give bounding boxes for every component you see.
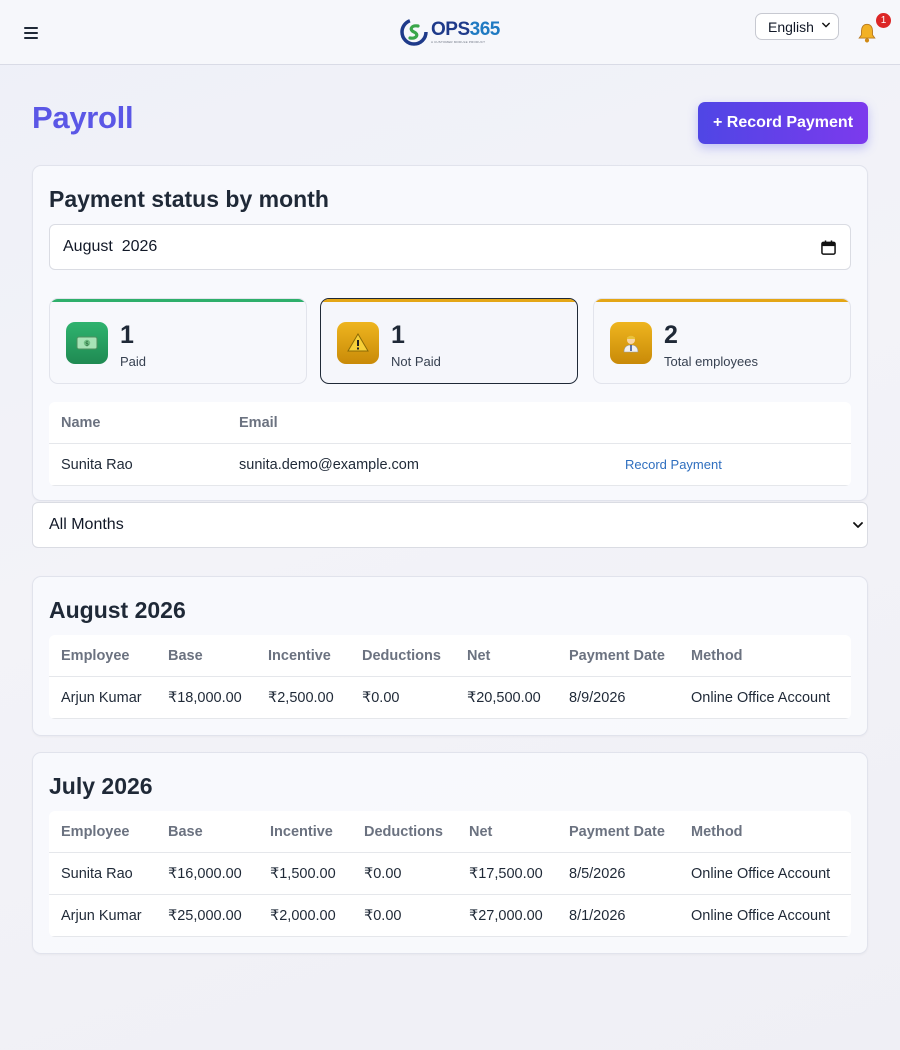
column-header: Base — [168, 824, 203, 840]
month-card-title: August 2026 — [49, 597, 186, 623]
paid-accent-bar — [50, 299, 306, 302]
unpaid-table: Name Email Sunita Rao sunita.demo@exampl… — [49, 402, 851, 486]
column-header: Name — [61, 415, 101, 431]
logo-text: OPS — [431, 19, 470, 40]
cell-method: Online Office Account — [691, 690, 831, 706]
paid-stat-card[interactable]: $ 1 Paid — [49, 298, 307, 384]
table-row: Arjun Kumar ₹18,000.00 ₹2,500.00 ₹0.00 ₹… — [49, 677, 851, 719]
status-card-title: Payment status by month — [49, 186, 329, 212]
total-accent-bar — [594, 299, 850, 302]
cell-incentive: ₹2,500.00 — [268, 690, 334, 706]
language-select[interactable]: English — [755, 13, 839, 40]
calendar-icon[interactable] — [821, 240, 836, 255]
not-paid-stat-card[interactable]: 1 Not Paid — [320, 298, 578, 384]
column-header: Email — [239, 415, 278, 431]
cell-net: ₹27,000.00 — [469, 908, 543, 924]
notification-badge: 1 — [876, 13, 891, 28]
column-header: Method — [691, 824, 743, 840]
month-filter-value: All Months — [49, 516, 124, 533]
table-row: Sunita Rao ₹16,000.00 ₹1,500.00 ₹0.00 ₹1… — [49, 853, 851, 895]
table-header-row: Employee Base Incentive Deductions Net P… — [49, 811, 851, 853]
column-header: Deductions — [362, 648, 441, 664]
total-employees-count: 2 — [664, 321, 678, 349]
page-title: Payroll — [32, 100, 134, 135]
payroll-table: Employee Base Incentive Deductions Net P… — [49, 635, 851, 719]
cell-employee: Arjun Kumar — [61, 908, 142, 924]
logo-number: 365 — [469, 19, 501, 40]
column-header: Incentive — [270, 824, 333, 840]
total-employees-stat-card[interactable]: 2 Total employees — [593, 298, 851, 384]
logo[interactable]: OPS365 A CUSTOMER MODULE PRODUCT — [399, 16, 500, 48]
column-header: Method — [691, 648, 743, 664]
column-header: Deductions — [364, 824, 443, 840]
month-filter-select[interactable]: All Months — [32, 502, 868, 548]
cell-employee: Sunita Rao — [61, 866, 133, 882]
svg-text:$: $ — [85, 341, 89, 348]
employee-name: Sunita Rao — [61, 457, 133, 473]
cell-incentive: ₹2,000.00 — [270, 908, 336, 924]
cell-payment-date: 8/9/2026 — [569, 690, 626, 706]
table-header-row: Employee Base Incentive Deductions Net P… — [49, 635, 851, 677]
cell-incentive: ₹1,500.00 — [270, 866, 336, 882]
column-header: Incentive — [268, 648, 331, 664]
warning-icon — [337, 322, 379, 364]
employee-email: sunita.demo@example.com — [239, 457, 419, 473]
logo-tagline: A CUSTOMER MODULE PRODUCT — [431, 40, 486, 44]
month-card-august: August 2026 Employee Base Incentive Dedu… — [32, 576, 868, 736]
column-header: Net — [469, 824, 493, 840]
column-header: Employee — [61, 824, 130, 840]
not-paid-accent-bar — [321, 299, 577, 302]
paid-count: 1 — [120, 321, 134, 349]
payroll-table: Employee Base Incentive Deductions Net P… — [49, 811, 851, 937]
table-header-row: Name Email — [49, 402, 851, 444]
payment-status-card: Payment status by month August 2026 $ 1 … — [32, 165, 868, 501]
menu-icon[interactable] — [24, 25, 39, 40]
cell-base: ₹16,000.00 — [168, 866, 242, 882]
column-header: Payment Date — [569, 824, 665, 840]
cell-payment-date: 8/5/2026 — [569, 866, 626, 882]
cell-net: ₹20,500.00 — [467, 690, 541, 706]
cell-base: ₹18,000.00 — [168, 690, 242, 706]
column-header: Employee — [61, 648, 130, 664]
bell-icon[interactable] — [856, 22, 878, 44]
cell-deductions: ₹0.00 — [362, 690, 400, 706]
month-picker-value: August 2026 — [63, 238, 158, 255]
cell-payment-date: 8/1/2026 — [569, 908, 626, 924]
cell-deductions: ₹0.00 — [364, 866, 402, 882]
cell-method: Online Office Account — [691, 908, 831, 924]
total-employees-label: Total employees — [664, 354, 758, 369]
table-row: Sunita Rao sunita.demo@example.com Recor… — [49, 444, 851, 486]
paid-label: Paid — [120, 354, 147, 369]
money-icon: $ — [66, 322, 108, 364]
not-paid-label: Not Paid — [391, 354, 441, 369]
table-row: Arjun Kumar ₹25,000.00 ₹2,000.00 ₹0.00 ₹… — [49, 895, 851, 937]
column-header: Base — [168, 648, 203, 664]
top-header: OPS365 A CUSTOMER MODULE PRODUCT English… — [0, 0, 900, 65]
column-header: Payment Date — [569, 648, 665, 664]
month-card-title: July 2026 — [49, 773, 153, 799]
logo-mark-icon — [400, 18, 428, 46]
cell-deductions: ₹0.00 — [364, 908, 402, 924]
month-picker[interactable]: August 2026 — [49, 224, 851, 270]
chevron-down-icon — [853, 522, 863, 528]
record-payment-button[interactable]: + Record Payment — [698, 102, 868, 144]
chevron-down-icon — [822, 22, 830, 28]
cell-employee: Arjun Kumar — [61, 690, 142, 706]
cell-method: Online Office Account — [691, 866, 831, 882]
record-payment-link[interactable]: Record Payment — [625, 444, 722, 486]
cell-net: ₹17,500.00 — [469, 866, 543, 882]
language-value: English — [768, 18, 814, 35]
month-card-july: July 2026 Employee Base Incentive Deduct… — [32, 752, 868, 954]
cell-base: ₹25,000.00 — [168, 908, 242, 924]
column-header: Net — [467, 648, 491, 664]
not-paid-count: 1 — [391, 321, 405, 349]
employee-icon — [610, 322, 652, 364]
